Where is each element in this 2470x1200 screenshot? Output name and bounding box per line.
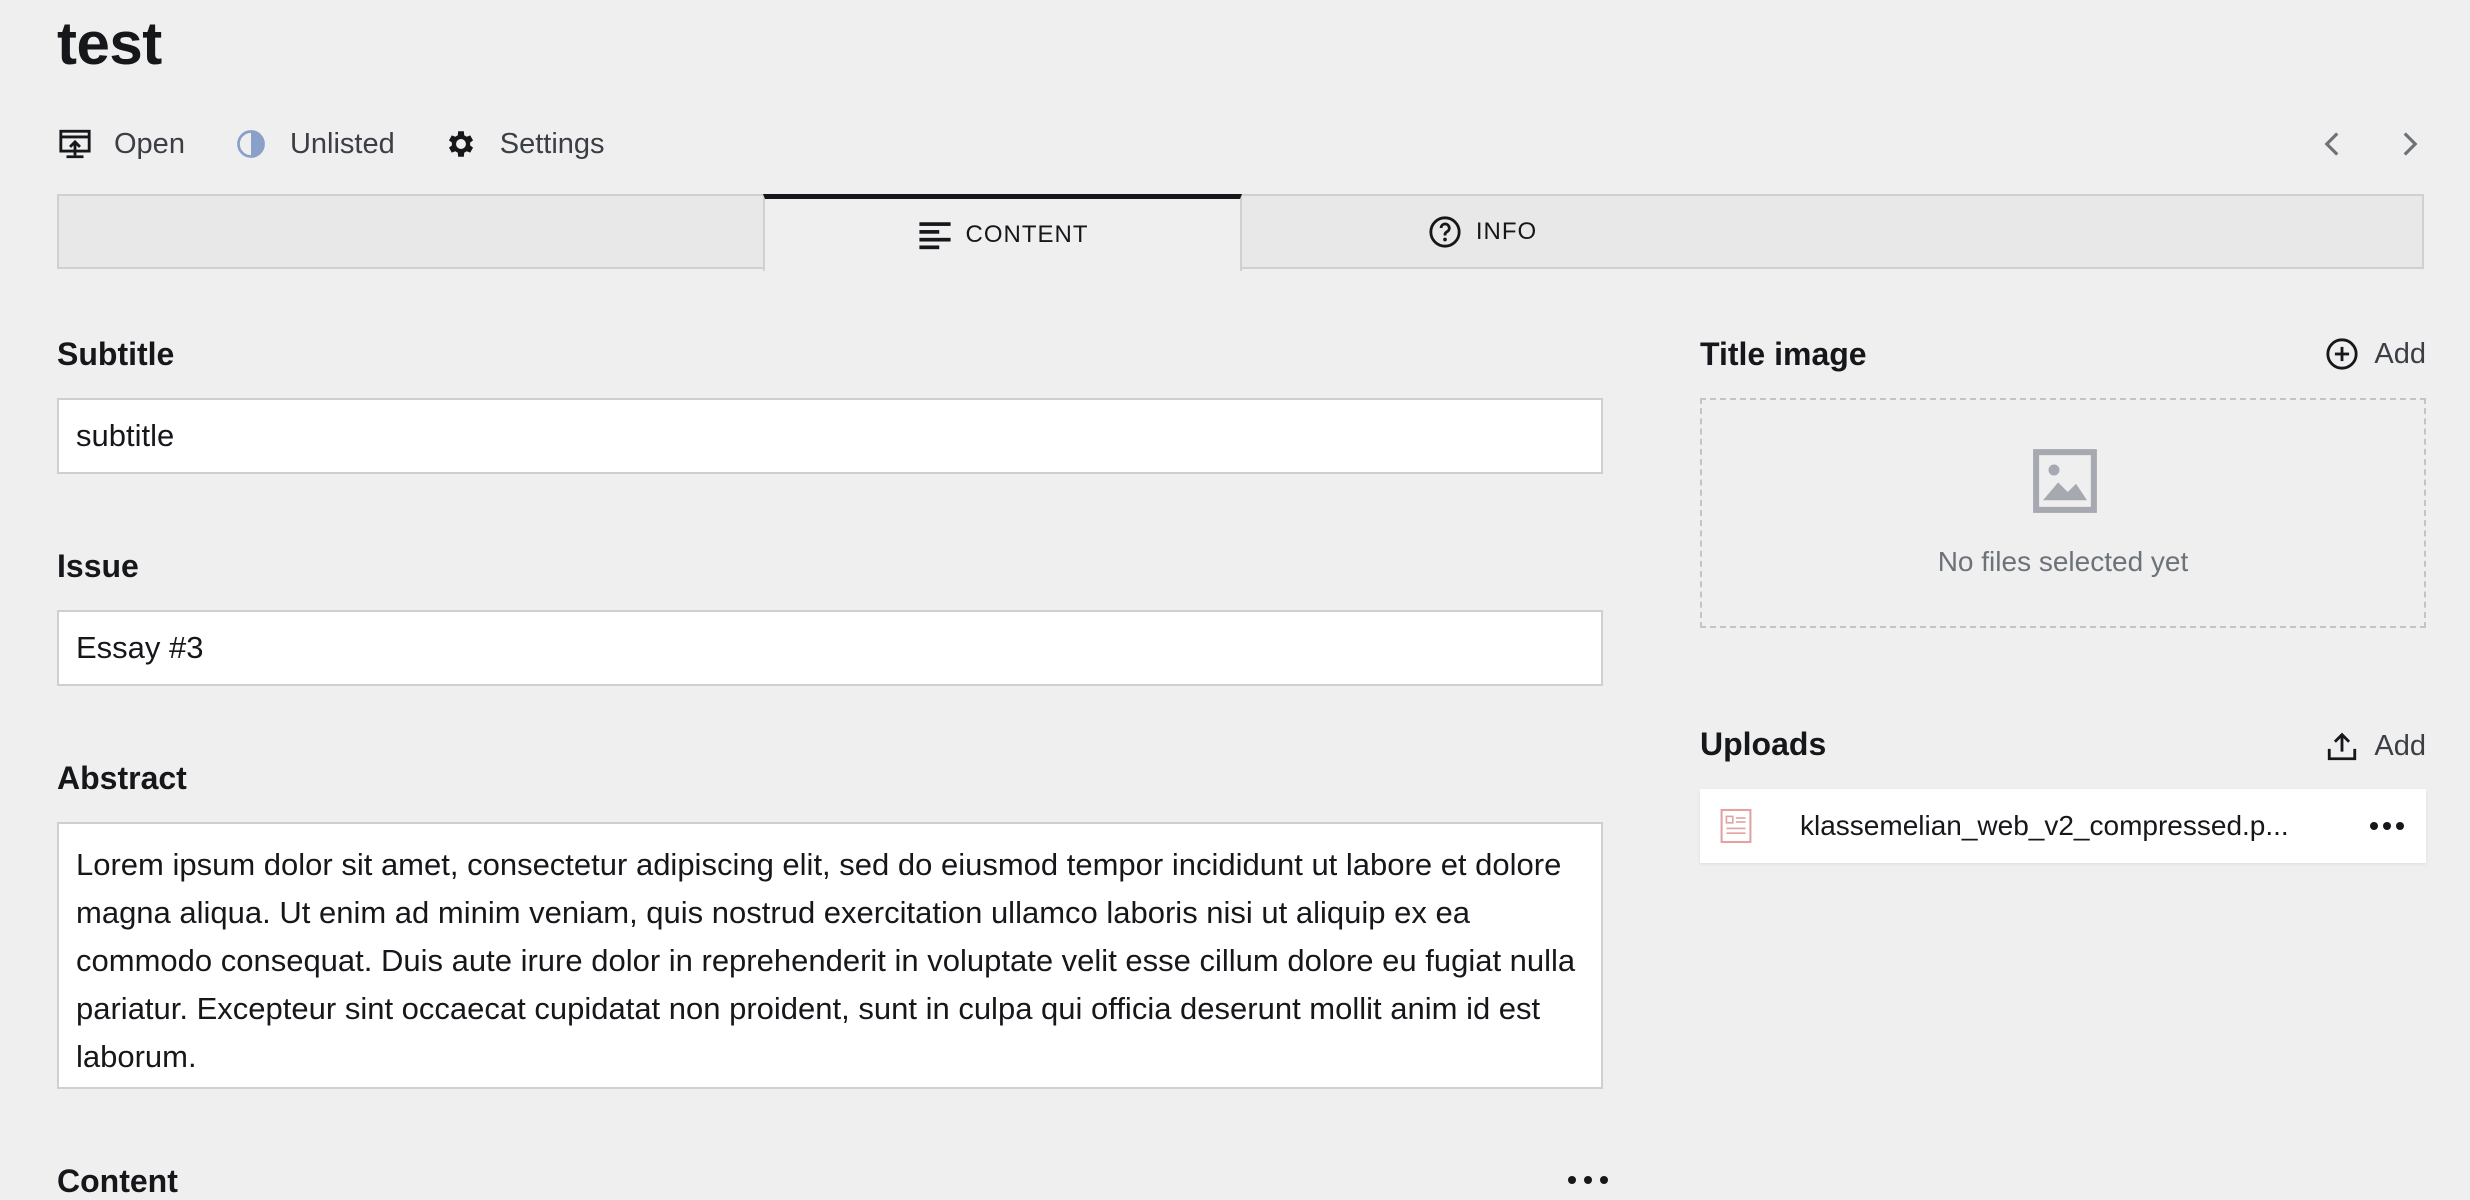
document-icon bbox=[1720, 808, 1752, 844]
next-page-button[interactable] bbox=[2394, 124, 2426, 164]
chevron-right-icon bbox=[2403, 132, 2418, 156]
abstract-label: Abstract bbox=[57, 760, 187, 796]
more-dot bbox=[1584, 1176, 1592, 1184]
tab-bar: CONTENT INFO bbox=[57, 194, 2424, 271]
status-unlisted-icon bbox=[233, 126, 269, 162]
more-dot bbox=[2370, 822, 2378, 830]
more-dot bbox=[2396, 822, 2404, 830]
plus-circle-icon bbox=[2324, 336, 2360, 372]
uploads-add-label: Add bbox=[2374, 729, 2426, 762]
content-label: Content bbox=[57, 1163, 178, 1199]
page-title: test bbox=[57, 10, 162, 77]
header-actions: Open Unlisted Settings bbox=[57, 122, 653, 166]
tab-content-label: CONTENT bbox=[965, 221, 1089, 248]
upload-item[interactable]: klassemelian_web_v2_compressed.p... bbox=[1700, 789, 2426, 863]
empty-state-text: No files selected yet bbox=[1937, 546, 2189, 577]
issue-label: Issue bbox=[57, 548, 139, 584]
content-more-button[interactable] bbox=[1568, 1170, 1608, 1190]
chevron-left-icon bbox=[2324, 132, 2339, 156]
open-icon bbox=[57, 126, 93, 162]
uploads-add-button[interactable]: Add bbox=[2324, 728, 2426, 764]
text-lines-icon bbox=[917, 217, 953, 253]
open-button[interactable]: Open bbox=[57, 126, 185, 162]
page-navigation bbox=[2316, 124, 2426, 164]
upload-more-button[interactable] bbox=[2370, 816, 2404, 836]
more-dot bbox=[1568, 1176, 1576, 1184]
upload-icon bbox=[2324, 728, 2360, 764]
question-circle-icon bbox=[1427, 214, 1463, 250]
uploads-label: Uploads bbox=[1700, 726, 1827, 762]
open-label: Open bbox=[114, 127, 185, 160]
status-button[interactable]: Unlisted bbox=[233, 126, 395, 162]
settings-button[interactable]: Settings bbox=[443, 126, 605, 162]
more-dot bbox=[2383, 822, 2391, 830]
issue-input[interactable] bbox=[57, 610, 1603, 686]
prev-page-button[interactable] bbox=[2316, 124, 2348, 164]
title-image-add-label: Add bbox=[2374, 337, 2426, 370]
settings-label: Settings bbox=[499, 127, 605, 160]
tab-content[interactable]: CONTENT bbox=[763, 194, 1242, 271]
subtitle-label: Subtitle bbox=[57, 336, 175, 372]
subtitle-input[interactable] bbox=[57, 398, 1603, 474]
gear-icon bbox=[443, 126, 479, 162]
image-placeholder-icon bbox=[2033, 449, 2097, 513]
more-dot bbox=[1600, 1176, 1608, 1184]
title-image-label: Title image bbox=[1700, 336, 1867, 372]
title-image-dropzone[interactable]: No files selected yet bbox=[1700, 398, 2426, 628]
tab-info-label: INFO bbox=[1475, 217, 1538, 245]
abstract-textarea[interactable]: Lorem ipsum dolor sit amet, consectetur … bbox=[57, 822, 1603, 1089]
tab-info[interactable]: INFO bbox=[1242, 194, 1722, 269]
title-image-add-button[interactable]: Add bbox=[2324, 336, 2426, 372]
status-label: Unlisted bbox=[289, 127, 395, 160]
upload-file-name: klassemelian_web_v2_compressed.p... bbox=[1800, 810, 2289, 841]
